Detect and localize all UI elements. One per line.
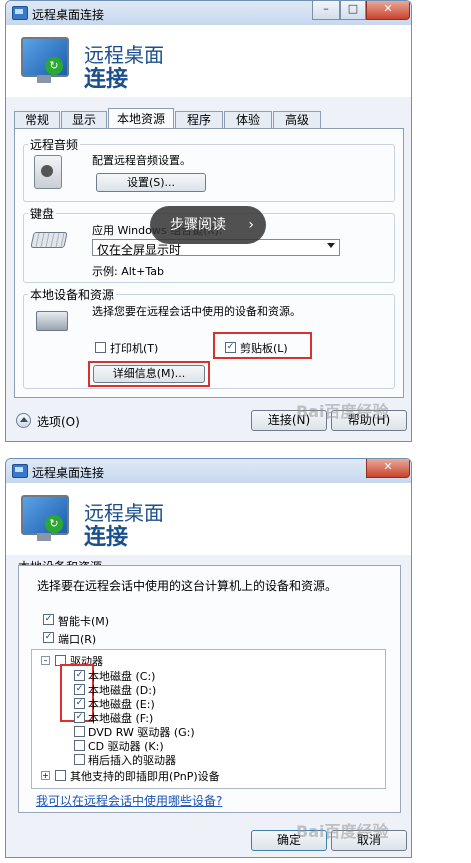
- printer-checkbox-label: 打印机(T): [110, 342, 159, 355]
- drive-d-checkbox[interactable]: ✓: [74, 684, 85, 695]
- local-resources-panel: 远程音频 配置远程音频设置。 设置(S)... 键盘 应用 Windows 组合…: [14, 128, 404, 398]
- printer-checkbox[interactable]: [95, 342, 106, 353]
- drive-k-checkbox[interactable]: [74, 740, 85, 751]
- later-drives-checkbox[interactable]: [74, 754, 85, 765]
- step-reading-overlay[interactable]: 步骤阅读 ›: [150, 206, 266, 244]
- options-label[interactable]: 选项(O): [37, 413, 80, 430]
- collapse-icon[interactable]: –: [41, 656, 50, 665]
- header-title-line2-2: 连接: [84, 525, 129, 550]
- app-icon-2: [12, 464, 28, 478]
- title-bar: 远程桌面连接 – □ ✕: [6, 1, 411, 26]
- pnp-checkbox[interactable]: [55, 770, 66, 781]
- tab-display[interactable]: 显示: [61, 111, 107, 128]
- tab-experience[interactable]: 体验: [224, 111, 272, 128]
- local-devices-description: 选择您要在远程会话中使用的设备和资源。: [92, 305, 301, 318]
- drive-f-checkbox[interactable]: ✓: [74, 712, 85, 723]
- maximize-button[interactable]: □: [340, 1, 366, 20]
- clipboard-checkbox-label: 剪贴板(L): [240, 342, 288, 355]
- remote-audio-label: 远程音频: [28, 136, 81, 153]
- tab-general[interactable]: 常规: [14, 111, 60, 128]
- chevron-down-icon: [327, 243, 335, 248]
- keyboard-icon: [30, 232, 68, 248]
- devices-help-link[interactable]: 我可以在远程会话中使用哪些设备?: [36, 792, 222, 809]
- tab-local-resources[interactable]: 本地资源: [108, 108, 174, 129]
- minimize-button[interactable]: –: [312, 1, 340, 20]
- tab-advanced[interactable]: 高级: [273, 111, 321, 128]
- tab-programs[interactable]: 程序: [175, 111, 223, 128]
- step-reading-text: 步骤阅读: [170, 217, 226, 233]
- remote-audio-group: 远程音频 配置远程音频设置。 设置(S)...: [23, 136, 395, 202]
- app-icon: [12, 6, 28, 20]
- drive-c-checkbox[interactable]: ✓: [74, 670, 85, 681]
- options-toggle-icon[interactable]: [16, 413, 31, 428]
- header-banner-2: ↻ 远程桌面 连接: [6, 483, 411, 555]
- drives-tree: – 驱动器 ✓ 本地磁盘 (C:) ✓ 本地磁盘 (D:) ✓ 本地磁盘 (E:…: [31, 649, 386, 789]
- audio-settings-button[interactable]: 设置(S)...: [96, 173, 206, 192]
- header-title-line2: 连接: [84, 67, 129, 92]
- details-button[interactable]: 详细信息(M)...: [93, 365, 205, 383]
- watermark-2: Bai百度经验: [296, 822, 389, 841]
- local-devices-label: 本地设备和资源: [28, 286, 117, 303]
- title-bar-2: 远程桌面连接 ✕: [6, 459, 411, 484]
- key-combo-example: 示例: Alt+Tab: [92, 265, 164, 278]
- window-title: 远程桌面连接: [32, 8, 105, 22]
- close-button[interactable]: ✕: [366, 1, 410, 20]
- remote-desktop-window-device-details: 远程桌面连接 ✕ ↻ 远程桌面 连接 本地设备和资源 选择要在远程会话中使用的这…: [5, 458, 412, 858]
- remote-desktop-monitor-icon: ↻: [21, 37, 69, 83]
- ports-label: 端口(R): [58, 633, 97, 646]
- remote-desktop-monitor-icon-2: ↻: [21, 495, 69, 541]
- close-button-2[interactable]: ✕: [366, 459, 410, 478]
- smartcard-label: 智能卡(M): [58, 615, 110, 628]
- pnp-label: 其他支持的即插即用(PnP)设备: [70, 770, 220, 783]
- header-banner: ↻ 远程桌面 连接: [6, 25, 411, 97]
- drive-e-checkbox[interactable]: ✓: [74, 698, 85, 709]
- later-drives-label: 稍后插入的驱动器: [88, 754, 176, 767]
- smartcard-checkbox[interactable]: ✓: [43, 614, 54, 625]
- ports-checkbox[interactable]: ✓: [43, 632, 54, 643]
- local-devices-group: 本地设备和资源 选择您要在远程会话中使用的设备和资源。 打印机(T) ✓ 剪贴板…: [23, 286, 395, 389]
- devices-icon: [36, 311, 68, 331]
- keyboard-label: 键盘: [28, 205, 57, 222]
- section-description: 选择要在远程会话中使用的这台计算机上的设备和资源。: [37, 579, 338, 593]
- drive-g-checkbox[interactable]: [74, 726, 85, 737]
- window-title-2: 远程桌面连接: [32, 466, 105, 480]
- clipboard-checkbox[interactable]: ✓: [225, 342, 236, 353]
- remote-audio-description: 配置远程音频设置。: [92, 154, 191, 167]
- watermark-1: Bai百度经验: [296, 402, 389, 421]
- chevron-right-icon: ›: [248, 217, 254, 233]
- expand-icon[interactable]: +: [41, 771, 50, 780]
- speaker-icon: [34, 155, 62, 189]
